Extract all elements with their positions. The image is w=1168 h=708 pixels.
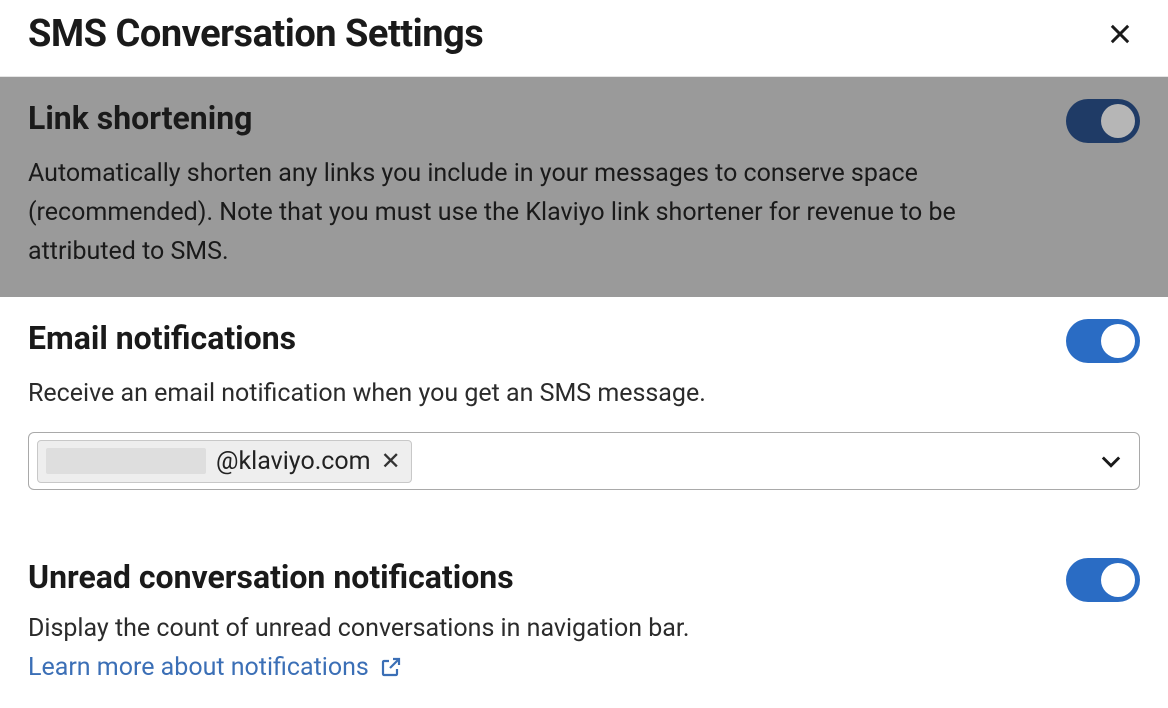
dropdown-chevron[interactable] (1097, 447, 1125, 475)
email-domain: @klaviyo.com (216, 447, 371, 476)
toggle-knob (1101, 563, 1135, 597)
email-recipient-chip: @klaviyo.com ✕ (37, 440, 412, 483)
close-button[interactable] (1100, 14, 1140, 54)
email-notifications-toggle[interactable] (1066, 319, 1140, 363)
learn-more-link[interactable]: Learn more about notifications (28, 653, 403, 682)
link-shortening-toggle[interactable] (1066, 99, 1140, 143)
link-shortening-description: Automatically shorten any links you incl… (28, 155, 998, 271)
modal-header: SMS Conversation Settings (0, 0, 1168, 77)
email-recipients-select[interactable]: @klaviyo.com ✕ (28, 432, 1140, 490)
unread-notifications-toggle[interactable] (1066, 558, 1140, 602)
section-link-shortening: Link shortening Automatically shorten an… (0, 77, 1168, 297)
email-notifications-title: Email notifications (28, 319, 1042, 357)
email-local-part-redacted (46, 448, 206, 474)
modal-title: SMS Conversation Settings (28, 12, 483, 56)
chevron-down-icon (1097, 447, 1125, 475)
link-shortening-title: Link shortening (28, 99, 998, 137)
email-notifications-description: Receive an email notification when you g… (28, 375, 998, 414)
section-unread-notifications: Unread conversation notifications Displa… (0, 516, 1168, 708)
external-link-icon (379, 655, 403, 679)
section-email-notifications: Email notifications Receive an email not… (0, 297, 1168, 516)
toggle-knob (1101, 324, 1135, 358)
chip-remove-button[interactable]: ✕ (381, 449, 401, 473)
unread-notifications-title: Unread conversation notifications (28, 558, 689, 596)
unread-notifications-description: Display the count of unread conversation… (28, 610, 689, 649)
learn-more-label: Learn more about notifications (28, 653, 369, 682)
close-icon (1106, 20, 1134, 48)
toggle-knob (1101, 104, 1135, 138)
